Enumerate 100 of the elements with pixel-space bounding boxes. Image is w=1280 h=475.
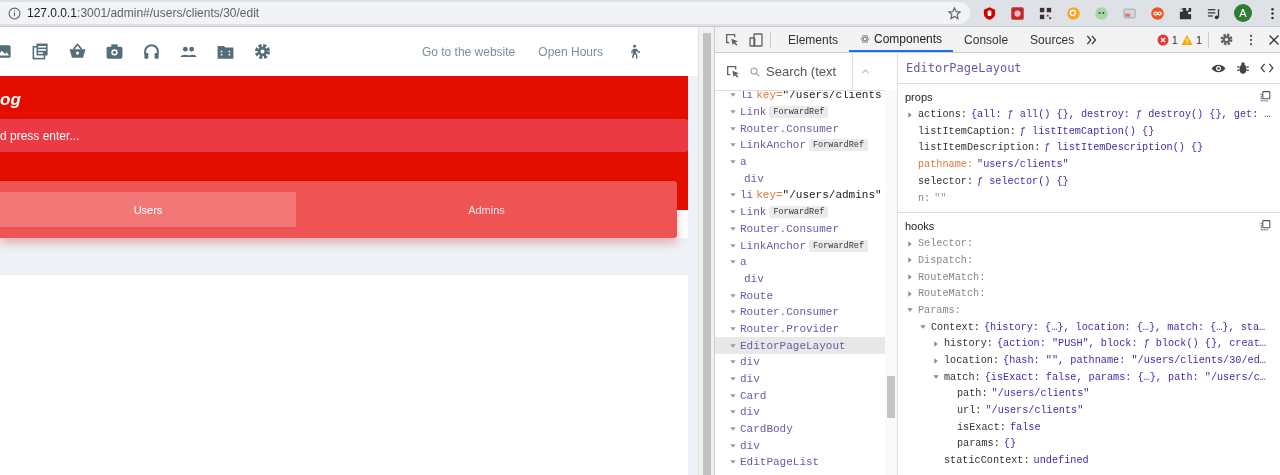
tree-row[interactable]: a xyxy=(715,253,885,271)
component-name[interactable]: div xyxy=(740,373,760,386)
devtools-tab[interactable]: Console xyxy=(953,27,1020,52)
bug-icon[interactable] xyxy=(1236,61,1250,76)
caret-icon[interactable] xyxy=(906,273,914,282)
tree-row[interactable]: Link ForwardRef xyxy=(715,203,885,221)
settings-icon[interactable] xyxy=(1219,32,1234,47)
search-field[interactable]: Search (text xyxy=(766,64,848,79)
tree-row[interactable]: Link ForwardRef xyxy=(715,103,885,121)
component-name[interactable]: Router.Provider xyxy=(740,322,840,335)
camera-icon[interactable] xyxy=(105,42,124,61)
caret-icon[interactable] xyxy=(906,239,914,248)
close-icon[interactable] xyxy=(1268,33,1280,46)
scrollbar[interactable] xyxy=(698,27,714,475)
window-extension-icon[interactable] xyxy=(1122,5,1137,21)
component-name[interactable]: Route xyxy=(740,289,773,302)
caret-icon[interactable] xyxy=(729,341,737,350)
tree-row[interactable]: div xyxy=(744,172,764,185)
tree-row[interactable]: LinkAnchor ForwardRef xyxy=(715,137,885,154)
caret-icon[interactable] xyxy=(729,324,737,333)
scrollbar[interactable] xyxy=(885,90,897,475)
component-name[interactable]: CardBody xyxy=(740,423,793,436)
newspaper-icon[interactable] xyxy=(31,42,50,61)
qr-code-icon[interactable] xyxy=(1038,5,1053,21)
component-name[interactable]: Router.Consumer xyxy=(740,122,840,135)
nav-link[interactable]: Open Hours xyxy=(538,44,603,59)
prop-value: "/users/clients" xyxy=(985,405,1084,417)
up-caret-icon[interactable] xyxy=(861,67,870,76)
tree-row[interactable]: div xyxy=(715,354,885,371)
caret-icon[interactable] xyxy=(729,441,737,450)
caret-icon[interactable] xyxy=(906,289,914,298)
component-name[interactable]: div xyxy=(740,356,760,369)
component-name[interactable]: div xyxy=(740,406,760,419)
tree-row[interactable]: Card xyxy=(715,387,885,405)
caret-icon[interactable] xyxy=(932,356,940,365)
scrollbar-thumb[interactable] xyxy=(702,33,711,475)
inspect-icon[interactable] xyxy=(725,63,741,80)
caret-icon[interactable] xyxy=(932,339,940,348)
caret-icon[interactable] xyxy=(729,241,737,250)
devtools-tab[interactable]: Sources xyxy=(1019,27,1086,52)
scrollbar-thumb[interactable] xyxy=(887,376,895,418)
device-icon[interactable] xyxy=(748,31,764,48)
tree-row[interactable]: Router.Consumer xyxy=(715,303,885,321)
profile-avatar[interactable]: A xyxy=(1234,4,1252,22)
basket-icon[interactable] xyxy=(68,42,87,61)
component-name[interactable]: Link xyxy=(740,206,767,219)
search-field[interactable]: d press enter... xyxy=(0,119,688,152)
tree-row[interactable]: EditorPageLayout xyxy=(715,337,885,354)
caret-icon[interactable] xyxy=(729,291,737,300)
tree-row[interactable]: div xyxy=(715,370,885,388)
component-name[interactable]: div xyxy=(740,439,760,452)
caret-icon[interactable] xyxy=(729,391,737,400)
shield-icon[interactable] xyxy=(982,5,997,21)
component-name[interactable]: LinkAnchor xyxy=(740,139,806,152)
tree-row[interactable]: LinkAnchor ForwardRef xyxy=(715,237,885,254)
infinity-extension-icon[interactable] xyxy=(1150,5,1165,21)
component-name[interactable]: Card xyxy=(740,389,767,402)
caret-icon[interactable] xyxy=(906,256,914,265)
caret-icon[interactable] xyxy=(906,110,914,119)
tree-row[interactable]: div xyxy=(744,272,764,285)
devtools-tab[interactable]: Elements xyxy=(777,27,850,52)
tree-row[interactable]: a xyxy=(715,153,885,171)
component-name[interactable]: LinkAnchor xyxy=(740,239,806,252)
inspect-icon[interactable] xyxy=(724,31,740,48)
nav-link[interactable]: Go to the website xyxy=(421,44,516,59)
component-name[interactable]: Router.Consumer xyxy=(740,222,840,235)
prop-key: params: xyxy=(957,438,1000,450)
caret-icon[interactable] xyxy=(729,224,737,233)
tree-row[interactable]: EditPageList xyxy=(715,454,885,471)
devtools-tab[interactable]: Components xyxy=(849,27,954,52)
component-name[interactable]: EditPageList xyxy=(740,456,820,469)
headphones-icon[interactable] xyxy=(142,42,161,61)
tree-row[interactable]: Route xyxy=(715,287,885,304)
address-bar[interactable]: 127.0.0.1:3001/admin#/users/clients/30/edit xyxy=(0,2,970,24)
settings-icon[interactable] xyxy=(253,42,272,61)
copy-icon[interactable] xyxy=(1259,90,1272,104)
prop-key: Params: xyxy=(918,304,961,316)
caret-icon[interactable] xyxy=(729,124,737,133)
tree-row[interactable]: div xyxy=(715,404,885,421)
star-icon[interactable] xyxy=(947,5,962,21)
extension-icon[interactable] xyxy=(1010,5,1025,21)
tree-row[interactable]: Router.Provider xyxy=(715,320,885,338)
component-name[interactable]: li xyxy=(740,91,754,102)
component-name[interactable]: Link xyxy=(740,106,767,119)
face-extension-icon[interactable] xyxy=(1094,5,1109,21)
component-name[interactable]: EditorPageLayout xyxy=(740,339,846,352)
component-name[interactable]: a xyxy=(740,256,747,269)
component-name[interactable]: a xyxy=(740,156,747,169)
tree-row[interactable]: li key="/users/clients xyxy=(715,91,885,104)
tree-row[interactable]: li key="/users/admins" xyxy=(715,187,885,204)
error-icon xyxy=(1156,33,1169,46)
tree-row[interactable]: CardBody xyxy=(715,420,885,438)
copy-icon[interactable] xyxy=(1259,219,1272,233)
component-name[interactable]: Router.Consumer xyxy=(740,306,840,319)
tree-row[interactable]: Router.Consumer xyxy=(715,120,885,138)
tree-row[interactable]: div xyxy=(715,437,885,455)
tree-row[interactable]: Router.Consumer xyxy=(715,220,885,238)
search-extension-icon[interactable] xyxy=(1066,5,1081,21)
puzzle-icon[interactable] xyxy=(1178,5,1193,21)
component-name[interactable]: li xyxy=(740,189,754,202)
